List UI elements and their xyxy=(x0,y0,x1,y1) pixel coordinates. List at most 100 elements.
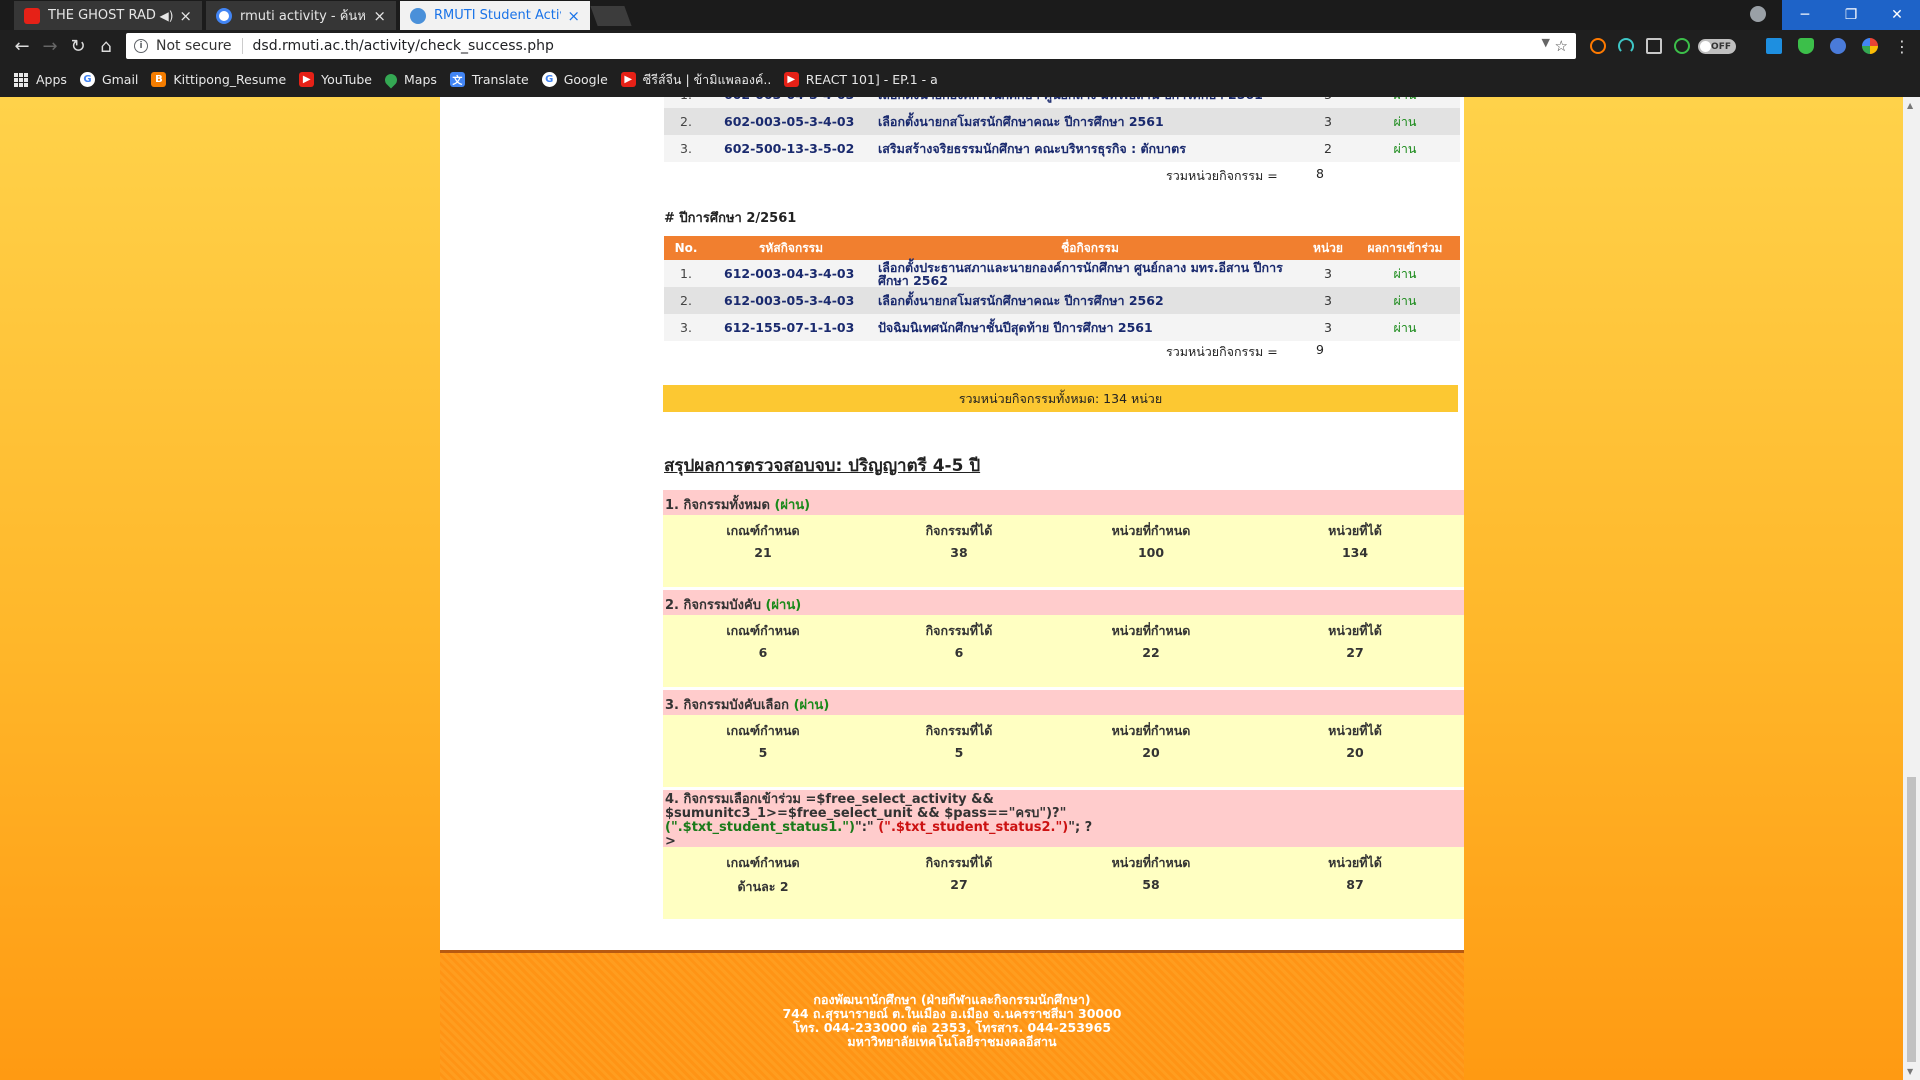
close-tab-icon[interactable]: × xyxy=(567,7,580,25)
col-header-criteria: เกณฑ์กำหนด xyxy=(726,623,800,638)
google-icon: G xyxy=(541,72,557,87)
row-no: 2. xyxy=(664,108,708,135)
col-header-criteria: เกณฑ์กำหนด xyxy=(726,523,800,538)
value-criteria: 5 xyxy=(758,745,768,760)
col-header-required-units: หน่วยที่กำหนด xyxy=(1111,723,1191,738)
activity-result: ผ่าน xyxy=(1350,314,1460,341)
chrome-extension-icon[interactable] xyxy=(1862,38,1878,54)
activity-result: ผ่าน xyxy=(1350,108,1460,135)
extension-icon[interactable] xyxy=(1766,38,1782,54)
summary-section-3-body: เกณฑ์กำหนด กิจกรรมที่ได้ หน่วยที่กำหนด ห… xyxy=(663,715,1464,787)
activity-result: ผ่าน xyxy=(1350,260,1460,287)
scrollbar-thumb[interactable] xyxy=(1907,777,1916,1062)
close-window-button[interactable]: ✕ xyxy=(1874,0,1920,30)
row-no: 2. xyxy=(664,287,708,314)
summary-section-1-header: 1. กิจกรรมทั้งหมด (ผ่าน) xyxy=(663,490,1464,515)
forward-button[interactable]: → xyxy=(38,34,62,58)
table-row: 2. 602-003-05-3-4-03 เลือกตั้งนายกสโมสรน… xyxy=(664,108,1460,135)
close-tab-icon[interactable]: × xyxy=(373,7,386,25)
speaker-icon[interactable]: ◀) xyxy=(160,9,174,23)
extension-icon[interactable] xyxy=(1590,38,1606,54)
url-text[interactable]: dsd.rmuti.ac.th/activity/check_success.p… xyxy=(253,38,554,54)
power-icon[interactable] xyxy=(1674,38,1690,54)
php-code-line: (".$txt_student_status1.")":" (".$txt_st… xyxy=(665,821,1462,835)
page-viewport: 1. 602-003-04-3-4-03 เลือกตั้งนายกองค์กา… xyxy=(0,97,1920,1080)
bookmarks-bar: Apps G Gmail B Kittipong_Resume ▶ YouTub… xyxy=(0,62,1920,97)
col-header-required-units: หน่วยที่กำหนด xyxy=(1111,523,1191,538)
activity-code: 612-155-07-1-1-03 xyxy=(708,314,874,341)
scroll-down-icon[interactable]: ▼ xyxy=(1907,1067,1913,1076)
value-criteria: 21 xyxy=(754,545,772,560)
value-required-units: 100 xyxy=(1137,545,1165,560)
restore-button[interactable]: ❐ xyxy=(1828,0,1874,30)
activity-code: 602-500-13-3-5-02 xyxy=(708,135,874,162)
value-required-units: 20 xyxy=(1142,745,1160,760)
dropdown-icon[interactable]: ▼ xyxy=(1542,36,1550,49)
footer-line-address: 744 ถ.สุรนารายณ์ ต.ในเมือง อ.เมือง จ.นคร… xyxy=(782,1006,1122,1021)
bookmark-label: REACT 101] - EP.1 - a xyxy=(805,72,938,87)
new-tab-button[interactable] xyxy=(590,6,632,26)
bookmark-resume[interactable]: B Kittipong_Resume xyxy=(151,72,286,87)
bookmark-translate[interactable]: 文 Translate xyxy=(449,72,529,87)
semester-2-sum-label: รวมหน่วยกิจกรรม = xyxy=(1166,344,1278,359)
semester-2-title: # ปีการศึกษา 2/2561 xyxy=(664,211,797,226)
summary-section-1-body: เกณฑ์กำหนด กิจกรรมที่ได้ หน่วยที่กำหนด ห… xyxy=(663,515,1464,587)
php-code-fragment: "; ? xyxy=(1068,820,1093,835)
col-header-activities: กิจกรรมที่ได้ xyxy=(925,523,993,538)
semester-1-sum-label: รวมหน่วยกิจกรรม = xyxy=(1166,168,1278,183)
page-container: 1. 602-003-04-3-4-03 เลือกตั้งนายกองค์กา… xyxy=(440,97,1464,1080)
bookmark-apps[interactable]: Apps xyxy=(14,72,67,87)
activity-code: 612-003-04-3-4-03 xyxy=(708,260,874,287)
activity-code: 612-003-05-3-4-03 xyxy=(708,287,874,314)
bookmark-react[interactable]: ▶ REACT 101] - EP.1 - a xyxy=(783,72,938,87)
tab-title: RMUTI Student Activities xyxy=(434,8,561,23)
home-button[interactable]: ⌂ xyxy=(94,34,118,58)
shield-icon[interactable] xyxy=(1798,38,1814,54)
scroll-up-icon[interactable]: ▲ xyxy=(1907,101,1913,110)
reload-button[interactable]: ↻ xyxy=(66,34,90,58)
bookmark-google[interactable]: G Google xyxy=(541,72,608,87)
footer-line-phone: โทร. 044-233000 ต่อ 2353, โทรสาร. 044-25… xyxy=(792,1020,1112,1035)
header-name: ชื่อกิจกรรม xyxy=(874,236,1306,260)
minimize-button[interactable]: ─ xyxy=(1782,0,1828,30)
activity-result: ผ่าน xyxy=(1350,97,1460,108)
table-row: 3. 602-500-13-3-5-02 เสริมสร้างจริยธรรมน… xyxy=(664,135,1460,162)
col-header-required-units: หน่วยที่กำหนด xyxy=(1111,855,1191,870)
activity-table-semester-1: 1. 602-003-04-3-4-03 เลือกตั้งนายกองค์กา… xyxy=(664,97,1460,162)
bookmark-label: ซีรีส์จีน | ข้ามิแพลองค์... xyxy=(642,71,771,87)
info-icon[interactable]: i xyxy=(134,39,148,53)
close-tab-icon[interactable]: × xyxy=(179,7,192,25)
footer-line-office: กองพัฒนานักศึกษา (ฝ่ายกีฬาและกิจกรรมนักศ… xyxy=(813,992,1091,1007)
col-header-activities: กิจกรรมที่ได้ xyxy=(925,855,993,870)
header-no: No. xyxy=(664,236,708,260)
tab-ghost-radio[interactable]: THE GHOST RADIO | T ◀) × xyxy=(14,1,202,30)
bookmark-youtube[interactable]: ▶ YouTube xyxy=(299,72,372,87)
bookmark-label: Gmail xyxy=(101,72,139,87)
google-icon: G xyxy=(79,72,95,87)
col-header-earned-units: หน่วยที่ได้ xyxy=(1328,523,1382,538)
tab-google-search[interactable]: rmuti activity - ค้นหาด้วย Google × xyxy=(206,1,396,30)
youtube-icon: ▶ xyxy=(620,72,636,87)
headphones-icon[interactable] xyxy=(1618,38,1634,54)
activity-unit: 3 xyxy=(1306,97,1350,108)
download-icon[interactable] xyxy=(1646,38,1662,54)
divider xyxy=(241,38,243,54)
profile-icon[interactable] xyxy=(1750,6,1766,22)
blogger-icon: B xyxy=(151,72,167,87)
value-earned-units: 27 xyxy=(1346,645,1364,660)
extension-icon[interactable] xyxy=(1830,38,1846,54)
bookmark-star-icon[interactable]: ☆ xyxy=(1555,37,1568,55)
tab-rmuti-activities[interactable]: RMUTI Student Activities × xyxy=(400,1,590,30)
bookmark-maps[interactable]: Maps xyxy=(382,71,437,88)
bookmark-chinese-series[interactable]: ▶ ซีรีส์จีน | ข้ามิแพลองค์... xyxy=(620,70,771,90)
bookmark-label: Apps xyxy=(36,72,67,87)
menu-kebab-icon[interactable]: ⋮ xyxy=(1890,34,1914,58)
extension-toggle[interactable]: OFF xyxy=(1698,39,1736,54)
browser-toolbar: ← → ↻ ⌂ i Not secure dsd.rmuti.ac.th/act… xyxy=(0,30,1920,62)
value-activities: 5 xyxy=(954,745,964,760)
bookmark-gmail[interactable]: G Gmail xyxy=(79,72,139,87)
value-activities: 6 xyxy=(954,645,964,660)
address-bar[interactable]: i Not secure dsd.rmuti.ac.th/activity/ch… xyxy=(126,33,1576,59)
vertical-scrollbar[interactable]: ▲ ▼ xyxy=(1903,97,1920,1080)
back-button[interactable]: ← xyxy=(10,34,34,58)
